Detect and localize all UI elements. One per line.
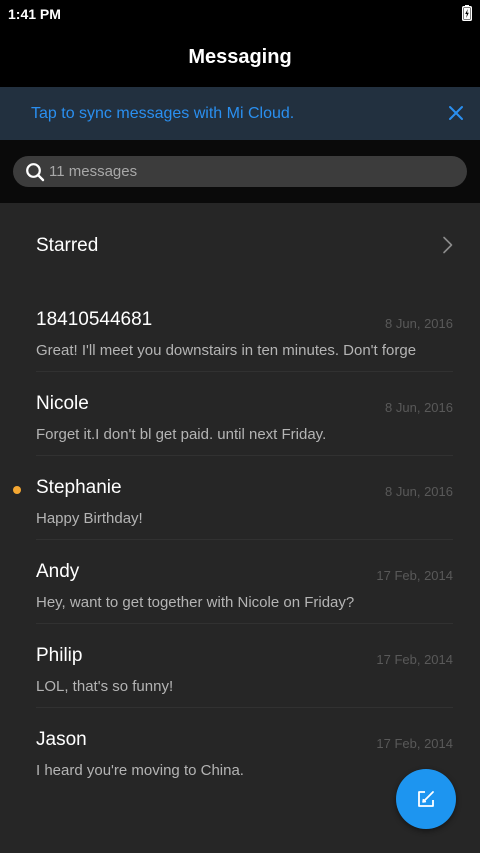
search-input[interactable] bbox=[49, 156, 449, 187]
compose-button[interactable] bbox=[396, 769, 456, 829]
thread-preview: Happy Birthday! bbox=[36, 510, 143, 527]
search-icon bbox=[26, 163, 45, 182]
thread-name: Andy bbox=[36, 561, 80, 582]
thread-date: 17 Feb, 2014 bbox=[376, 652, 453, 667]
chevron-right-icon bbox=[443, 236, 453, 254]
thread-preview: Hey, want to get together with Nicole on… bbox=[36, 594, 355, 611]
thread-preview: LOL, that's so funny! bbox=[36, 678, 174, 695]
page-title: Messaging bbox=[188, 46, 292, 68]
thread-list: 18410544681 8 Jun, 2016 Great! I'll meet… bbox=[0, 287, 480, 791]
battery-charging-icon bbox=[462, 5, 472, 21]
thread-row[interactable]: Nicole 8 Jun, 2016 Forget it.I don't bl … bbox=[0, 371, 480, 455]
thread-row[interactable]: Stephanie 8 Jun, 2016 Happy Birthday! bbox=[0, 455, 480, 539]
thread-preview: Forget it.I don't bl get paid. until nex… bbox=[36, 426, 327, 443]
search-area bbox=[0, 140, 480, 203]
conversation-list: Starred 18410544681 8 Jun, 2016 Great! I… bbox=[0, 203, 480, 853]
close-icon[interactable] bbox=[446, 103, 466, 123]
thread-preview: I heard you're moving to China. bbox=[36, 762, 244, 779]
thread-name: 18410544681 bbox=[36, 309, 153, 330]
thread-row[interactable]: Andy 17 Feb, 2014 Hey, want to get toget… bbox=[0, 539, 480, 623]
sync-banner[interactable]: Tap to sync messages with Mi Cloud. bbox=[0, 87, 480, 140]
unread-dot bbox=[13, 486, 21, 494]
thread-name: Jason bbox=[36, 729, 87, 750]
thread-preview: Great! I'll meet you downstairs in ten m… bbox=[36, 342, 417, 359]
thread-row[interactable]: Philip 17 Feb, 2014 LOL, that's so funny… bbox=[0, 623, 480, 707]
starred-label: Starred bbox=[36, 235, 99, 256]
starred-row[interactable]: Starred bbox=[0, 203, 480, 287]
thread-date: 17 Feb, 2014 bbox=[376, 568, 453, 583]
status-bar: 1:41 PM bbox=[0, 0, 480, 28]
thread-name: Nicole bbox=[36, 393, 89, 414]
sync-banner-text[interactable]: Tap to sync messages with Mi Cloud. bbox=[31, 105, 294, 123]
thread-name: Stephanie bbox=[36, 477, 122, 498]
thread-row[interactable]: 18410544681 8 Jun, 2016 Great! I'll meet… bbox=[0, 287, 480, 371]
status-time: 1:41 PM bbox=[8, 6, 61, 22]
thread-date: 17 Feb, 2014 bbox=[376, 736, 453, 751]
thread-name: Philip bbox=[36, 645, 83, 666]
search-box[interactable] bbox=[13, 156, 467, 187]
app-bar: Messaging bbox=[0, 28, 480, 87]
thread-date: 8 Jun, 2016 bbox=[385, 316, 453, 331]
compose-icon bbox=[418, 791, 434, 807]
thread-date: 8 Jun, 2016 bbox=[385, 484, 453, 499]
thread-date: 8 Jun, 2016 bbox=[385, 400, 453, 415]
